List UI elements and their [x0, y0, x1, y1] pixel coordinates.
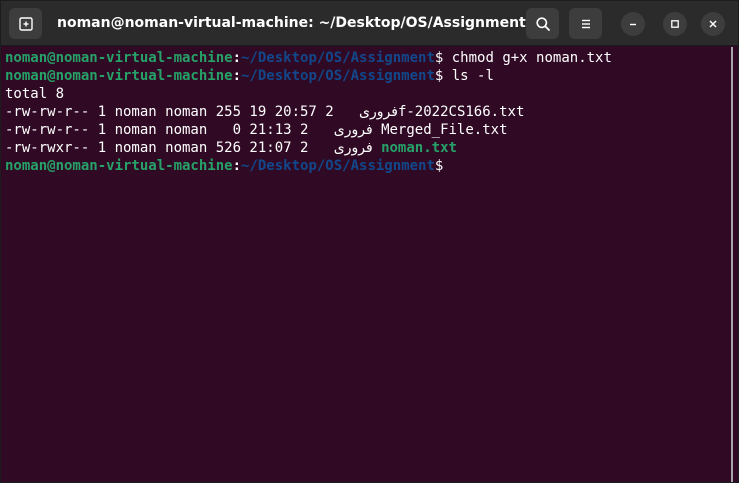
terminal-output[interactable]: noman@noman-virtual-machine:~/Desktop/OS… [5, 49, 721, 479]
maximize-icon [671, 20, 679, 28]
header-bar: noman@noman-virtual-machine: ~/Desktop/O… [1, 1, 738, 46]
listing-row: -rw-rw-r-- 1 noman noman 255 19 20:57 2 … [5, 103, 721, 121]
prompt-colon: : [232, 68, 242, 84]
file-spacer [373, 140, 381, 156]
file-month: فروری [333, 122, 373, 138]
listing-row: -rw-rwxr-- 1 noman noman 526 21:07 2 فرو… [5, 139, 721, 157]
file-meta: -rw-rw-r-- 1 noman noman 255 19 20:57 2 [5, 104, 334, 120]
file-name: noman.txt [381, 140, 457, 156]
command-text: ls -l [443, 68, 494, 84]
scrollbar-track[interactable] [731, 47, 733, 482]
maximize-button[interactable] [663, 12, 687, 36]
prompt-user-host: noman@noman-virtual-machine [5, 158, 233, 174]
close-button[interactable] [701, 12, 725, 36]
file-name: Merged_File.txt [381, 122, 508, 138]
window-title: noman@noman-virtual-machine: ~/Desktop/O… [57, 15, 526, 31]
terminal-window: noman@noman-virtual-machine: ~/Desktop/O… [0, 0, 739, 483]
file-name: f-2022CS166.txt [397, 104, 525, 120]
close-icon [709, 20, 717, 28]
file-spacer [373, 122, 381, 138]
minimize-icon [630, 23, 636, 26]
prompt-colon: : [232, 158, 242, 174]
prompt-user-host: noman@noman-virtual-machine [5, 50, 233, 66]
prompt-colon: : [232, 50, 242, 66]
command-text: chmod g+x noman.txt [443, 50, 612, 66]
file-meta: -rw-rwxr-- 1 noman noman 526 21:07 2 [5, 140, 309, 156]
prompt-path: ~/Desktop/OS/Assignment [241, 158, 435, 174]
file-meta: -rw-rw-r-- 1 noman noman 0 21:13 2 [5, 122, 309, 138]
search-icon [535, 16, 550, 31]
scrollbar[interactable] [727, 47, 738, 482]
command-line: noman@noman-virtual-machine:~/Desktop/OS… [5, 49, 721, 67]
minimize-button[interactable] [621, 12, 645, 36]
command-line: noman@noman-virtual-machine:~/Desktop/OS… [5, 67, 721, 85]
active-prompt-line: noman@noman-virtual-machine:~/Desktop/OS… [5, 157, 721, 175]
hamburger-menu-icon [581, 19, 590, 28]
total-line: total 8 [5, 86, 65, 102]
new-tab-button[interactable] [9, 8, 42, 39]
prompt-dollar: $ [434, 158, 444, 174]
search-button[interactable] [526, 8, 559, 39]
new-tab-icon [18, 16, 33, 31]
prompt-user-host: noman@noman-virtual-machine [5, 68, 233, 84]
menu-button[interactable] [569, 8, 602, 39]
listing-row: -rw-rw-r-- 1 noman noman 0 21:13 2 فروری… [5, 121, 721, 139]
prompt-path: ~/Desktop/OS/Assignment [241, 68, 435, 84]
prompt-path: ~/Desktop/OS/Assignment [241, 50, 435, 66]
file-month: فروری [359, 104, 398, 120]
file-month: فروری [333, 140, 373, 156]
